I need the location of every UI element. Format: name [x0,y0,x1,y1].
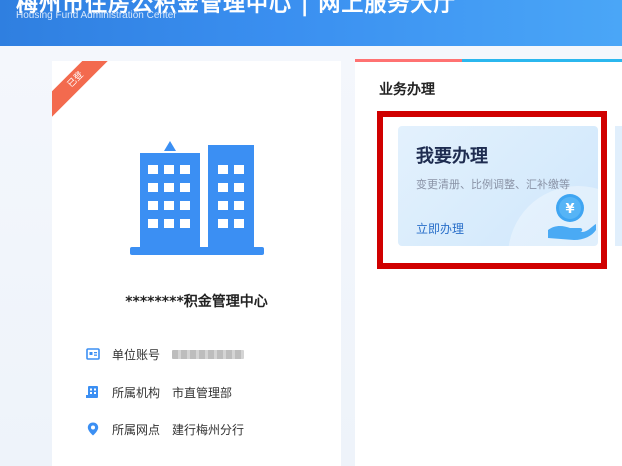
next-card-edge [615,126,622,246]
highlight-frame [377,111,607,269]
header-bar: 梅州市住房公积金管理中心 | 网上服务大厅 Housing Fund Admin… [0,0,622,46]
building-icon [130,141,264,255]
org-info-card: 已登 ********积金管理中心 单位账号 所属机构 市直管理部 所属网点 建… [52,61,341,466]
location-pin-icon [87,422,99,436]
header-subtitle: Housing Fund Administration Center [16,10,177,21]
info-row-institution: 所属机构 市直管理部 [86,383,232,401]
institution-label: 所属机构 [112,385,161,400]
id-card-icon [86,348,100,360]
branch-value: 建行梅州分行 [172,422,245,437]
org-name: ********积金管理中心 [125,294,268,310]
branch-label: 所属网点 [112,422,161,437]
section-title: 业务办理 [379,82,435,98]
panel-accent-line [355,59,622,62]
info-row-branch: 所属网点 建行梅州分行 [86,420,244,438]
institution-value: 市直管理部 [172,385,233,400]
info-row-account: 单位账号 [86,345,245,363]
status-ribbon: 已登 [52,61,118,122]
account-masked-value [172,349,245,359]
org-icon [86,386,98,398]
account-label: 单位账号 [112,347,161,362]
